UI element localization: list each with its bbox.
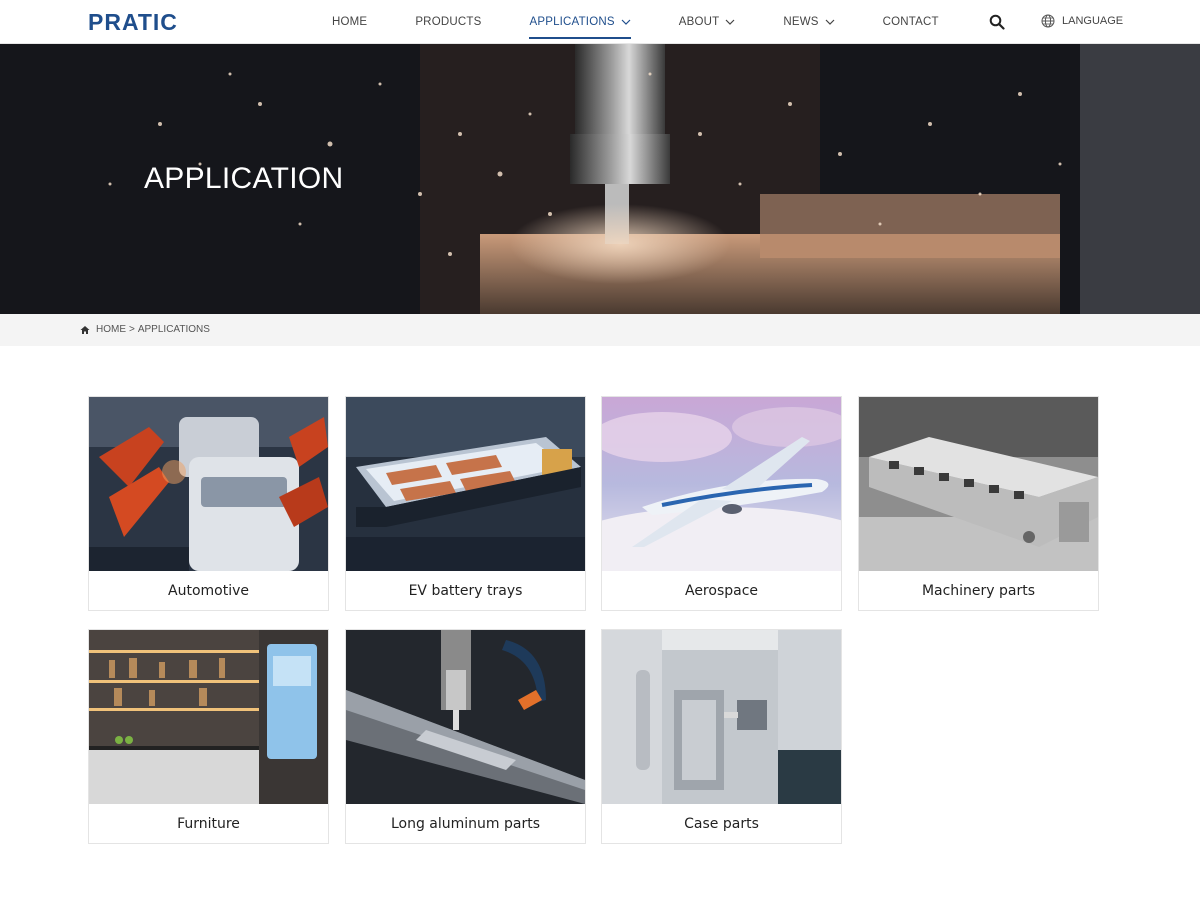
hero-banner: APPLICATION [0, 44, 1200, 314]
pratic-logo[interactable]: PRATIC [88, 10, 204, 34]
nav-contact[interactable]: CONTACT [883, 0, 939, 44]
site-header: PRATIC HOME PRODUCTS APPLICATIONS ABOUT … [0, 0, 1200, 44]
ev-battery-tray-image [346, 397, 585, 571]
breadcrumb-separator: > [129, 324, 135, 335]
application-card-label: Long aluminum parts [390, 816, 541, 832]
application-card-aerospace[interactable]: Aerospace [601, 396, 842, 611]
nav-products-label: PRODUCTS [415, 16, 482, 28]
machinery-parts-image [859, 397, 1098, 571]
nav-home-label: HOME [332, 16, 368, 28]
nav-home[interactable]: HOME [332, 0, 367, 44]
globe-icon [1041, 14, 1055, 28]
breadcrumb: HOME > APPLICATIONS [80, 324, 210, 335]
language-label: LANGUAGE [1062, 15, 1124, 27]
language-selector[interactable]: LANGUAGE [1041, 13, 1123, 29]
chevron-down-icon [621, 19, 631, 25]
hero-title: APPLICATION [144, 162, 344, 195]
application-card-label: Automotive [168, 583, 249, 599]
application-card-label: Case parts [684, 816, 759, 832]
application-card-machinery-parts[interactable]: Machinery parts [858, 396, 1099, 611]
nav-news-label: NEWS [783, 16, 819, 28]
chevron-down-icon [725, 19, 735, 25]
logo-text: PRATIC [88, 10, 178, 34]
application-card-furniture[interactable]: Furniture [88, 629, 329, 844]
chevron-down-icon [825, 19, 835, 25]
case-parts-image [602, 630, 841, 804]
nav-news[interactable]: NEWS [783, 0, 835, 44]
breadcrumb-home[interactable]: HOME [96, 324, 126, 335]
nav-applications-label: APPLICATIONS [529, 16, 615, 28]
application-card-label: Machinery parts [921, 583, 1036, 599]
breadcrumb-bar: HOME > APPLICATIONS [0, 314, 1200, 346]
nav-applications[interactable]: APPLICATIONS [529, 0, 631, 44]
main-nav: HOME PRODUCTS APPLICATIONS ABOUT NEWS CO… [332, 0, 939, 44]
application-card-long-aluminum-parts[interactable]: Long aluminum parts [345, 629, 586, 844]
automotive-image [89, 397, 328, 571]
nav-about[interactable]: ABOUT [679, 0, 736, 44]
search-icon[interactable] [989, 14, 1005, 30]
furniture-image [89, 630, 328, 804]
application-card-ev-battery-trays[interactable]: EV battery trays [345, 396, 586, 611]
nav-products[interactable]: PRODUCTS [415, 0, 481, 44]
application-card-label: EV battery trays [408, 583, 523, 599]
application-card-case-parts[interactable]: Case parts [601, 629, 842, 844]
aerospace-image [602, 397, 841, 571]
application-card-label: Furniture [177, 816, 240, 832]
nav-contact-label: CONTACT [882, 16, 939, 28]
application-card-automotive[interactable]: Automotive [88, 396, 329, 611]
long-aluminum-parts-image [346, 630, 585, 804]
home-icon [80, 325, 90, 334]
breadcrumb-current: APPLICATIONS [137, 324, 210, 335]
application-card-label: Aerospace [684, 583, 759, 599]
nav-about-label: ABOUT [678, 16, 720, 28]
